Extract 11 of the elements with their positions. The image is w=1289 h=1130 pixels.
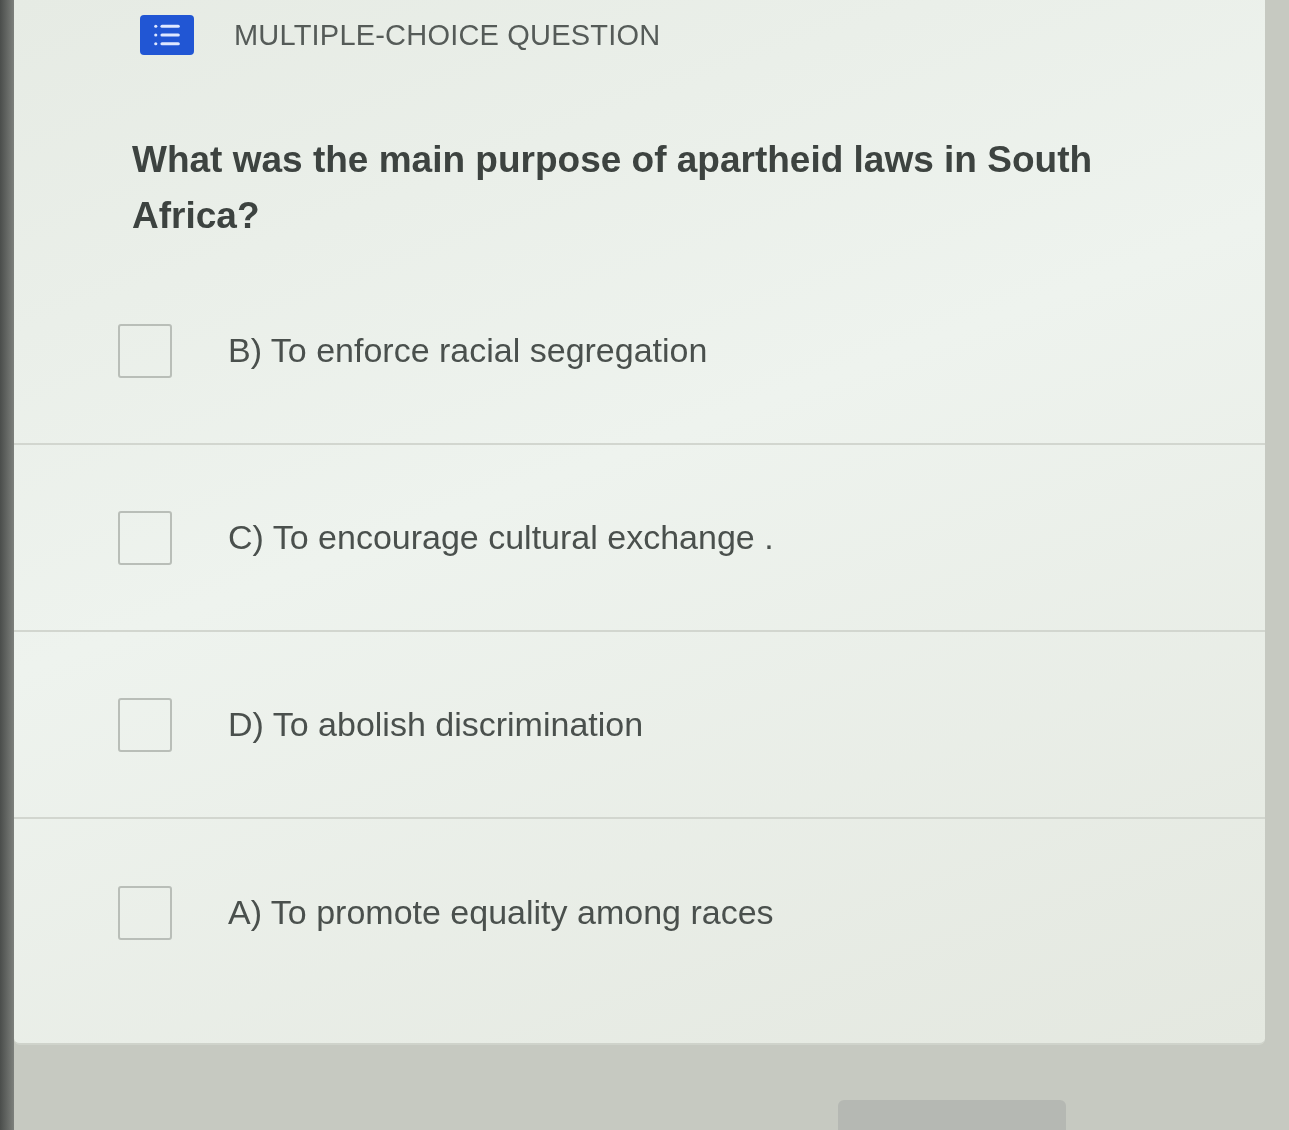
question-type-title: MULTIPLE-CHOICE QUESTION [234,18,661,52]
option-label: B) To enforce racial segregation [228,331,708,370]
option-label: C) To encourage cultural exchange . [228,518,774,557]
list-icon [140,15,194,55]
option-label: A) To promote equality among races [228,893,774,932]
checkbox[interactable] [118,885,172,940]
checkbox[interactable] [118,697,172,752]
question-text: What was the main purpose of apartheid laws in South Africa? [132,138,1094,238]
option-label: D) To abolish discrimination [228,705,644,744]
checkbox[interactable] [118,510,172,565]
checkbox[interactable] [118,323,172,378]
